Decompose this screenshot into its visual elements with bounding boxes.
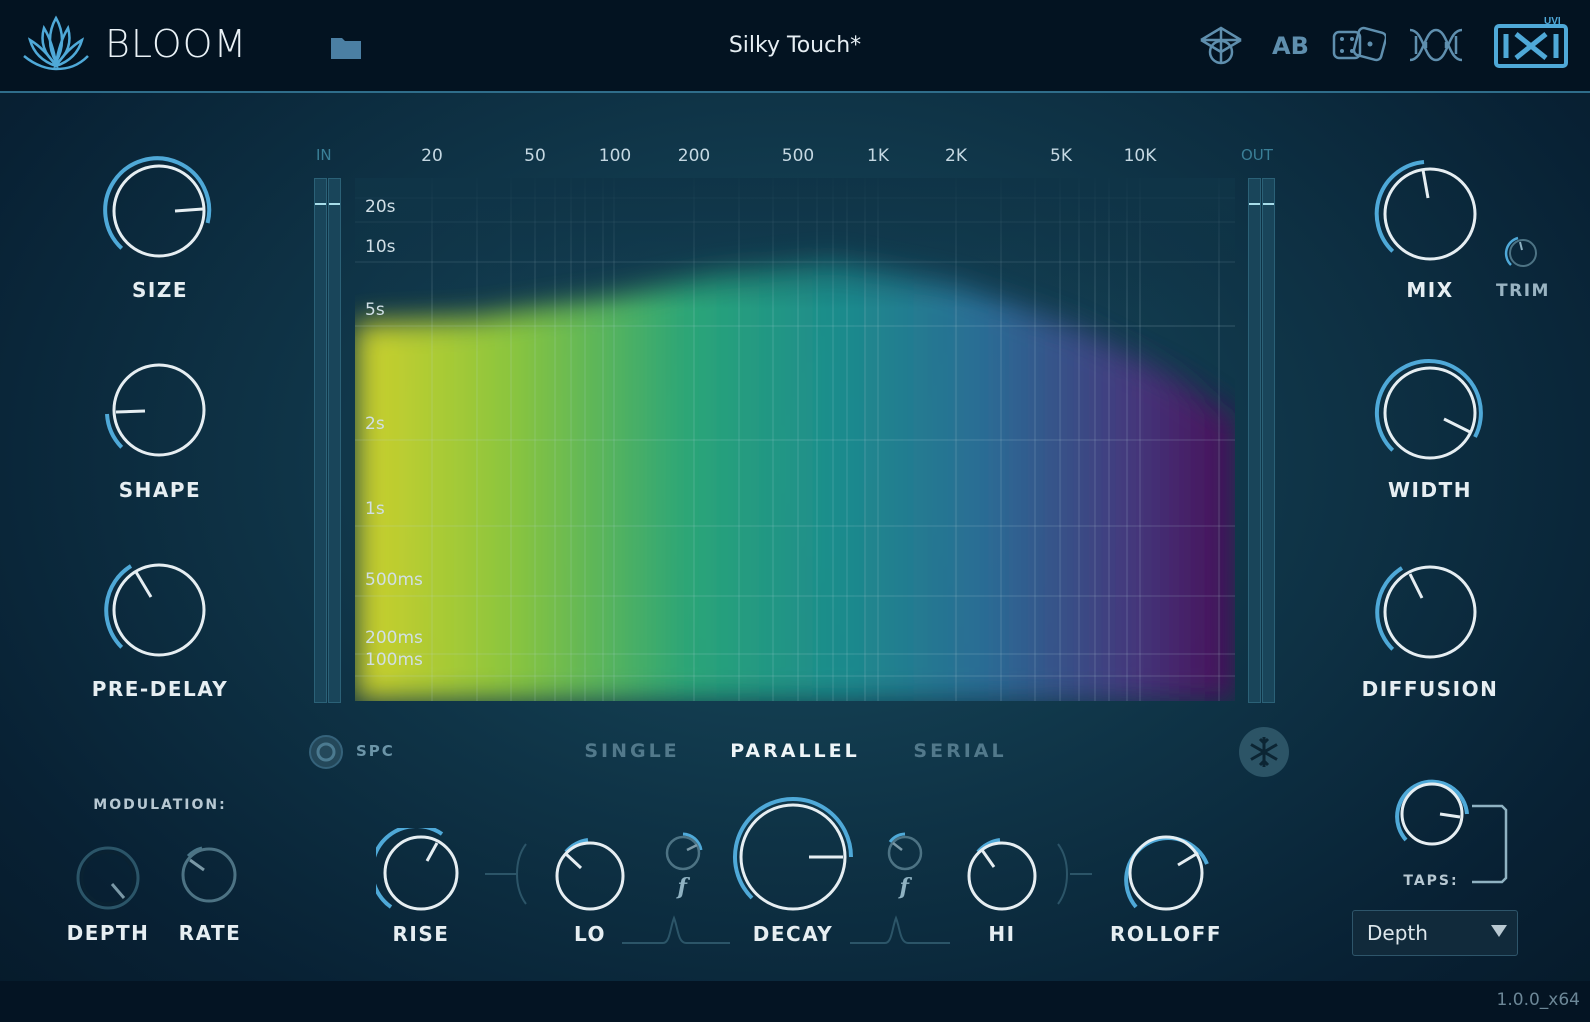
freq-label-1k: 1K [867,146,889,166]
input-meter-right [328,178,341,703]
time-label-10s: 10s [365,237,396,257]
rate-knob[interactable] [176,842,242,908]
input-label: IN [316,146,332,164]
taps-mode-value: Depth [1367,921,1428,945]
pre-delay-label: PRE-DELAY [91,677,229,701]
trim-label: TRIM [1496,281,1550,301]
header-bar: BLOOM Silky Touch* AB UVI [0,0,1590,93]
chevron-down-icon [1491,925,1507,937]
time-label-5s: 5s [365,300,385,320]
ab-compare-button[interactable]: AB [1272,32,1309,60]
rise-label: RISE [392,922,450,946]
mix-label: MIX [1406,278,1454,302]
depth-label: DEPTH [66,921,150,945]
filter-connector-lines [485,843,950,944]
dna-icon[interactable] [1408,24,1464,66]
modulation-label: MODULATION: [93,797,227,813]
pre-delay-knob[interactable] [103,554,215,666]
spc-toggle-icon[interactable] [308,734,344,770]
size-label: SIZE [131,278,188,302]
mode-single[interactable]: SINGLE [584,740,679,762]
taps-label: TAPS: [1403,873,1459,889]
output-meter-right [1262,178,1275,703]
mix-knob[interactable] [1374,158,1486,270]
shape-label: SHAPE [118,478,202,502]
reverb-decay-graph[interactable] [355,178,1235,701]
size-knob[interactable] [103,155,215,267]
diffusion-knob[interactable] [1374,556,1486,668]
shape-knob[interactable] [103,354,215,466]
mode-parallel[interactable]: PARALLEL [730,740,860,762]
status-bar [0,981,1590,1022]
uvi-logo-icon: UVI [1494,16,1568,68]
rate-label: RATE [178,921,242,945]
depth-knob[interactable] [72,842,144,914]
rolloff-label: ROLLOFF [1109,922,1222,946]
spc-label[interactable]: SPC [356,742,395,760]
freq-label-10k: 10K [1123,146,1157,166]
dice-icon[interactable] [1332,24,1386,66]
uvi-brand-text: UVI [1544,16,1561,27]
freq-label-2k: 2K [945,146,967,166]
width-label: WIDTH [1388,478,1472,502]
taps-bracket [1472,804,1508,884]
time-label-20s: 20s [365,197,396,217]
network-icon[interactable] [1195,24,1247,66]
time-label-1s: 1s [365,499,385,519]
version-label: 1.0.0_x64 [1496,990,1580,1010]
output-label: OUT [1241,146,1273,164]
freq-label-20: 20 [421,146,443,166]
rise-knob[interactable] [376,828,466,918]
time-label-500ms: 500ms [365,570,423,590]
time-label-200ms: 200ms [365,628,423,648]
trim-knob[interactable] [1504,234,1542,272]
freq-label-100: 100 [598,146,632,166]
hi-connector-lines [1057,843,1092,905]
bloom-plugin-window: BLOOM Silky Touch* AB UVI SIZE SHAPE PRE… [0,0,1590,1022]
freq-label-50: 50 [524,146,546,166]
diffusion-label: DIFFUSION [1361,677,1499,701]
mode-serial[interactable]: SERIAL [913,740,1006,762]
input-meter-left [314,178,327,703]
width-knob[interactable] [1374,357,1486,469]
time-label-100ms: 100ms [365,650,423,670]
rolloff-knob[interactable] [1121,828,1211,918]
taps-mode-dropdown[interactable]: Depth [1352,910,1518,956]
output-meter-left [1248,178,1261,703]
freq-label-5k: 5K [1050,146,1072,166]
taps-knob[interactable] [1394,776,1470,852]
freq-label-200: 200 [677,146,711,166]
freeze-snowflake-icon[interactable] [1238,726,1290,778]
hi-knob[interactable] [962,836,1042,916]
time-label-2s: 2s [365,414,385,434]
freq-label-500: 500 [781,146,815,166]
